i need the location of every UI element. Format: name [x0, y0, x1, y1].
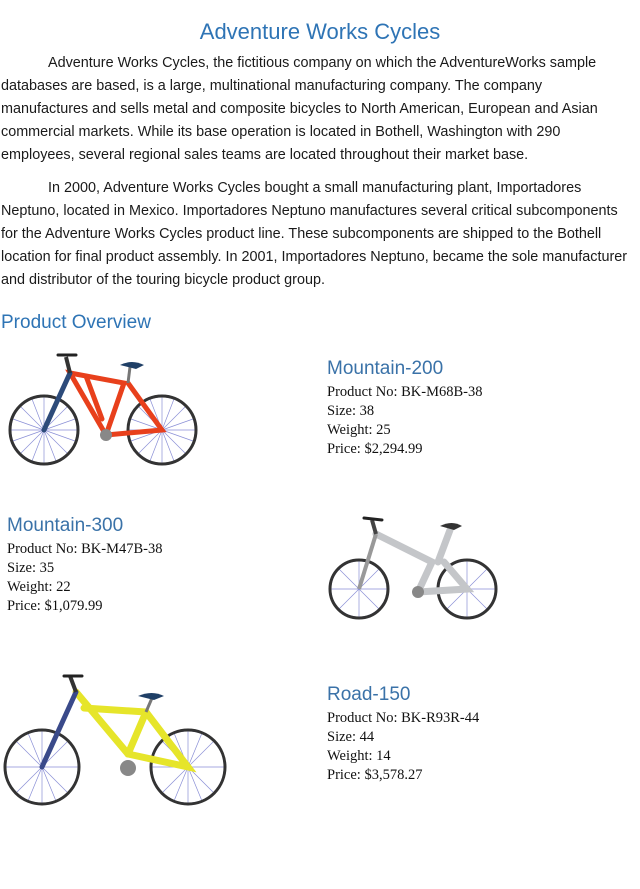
- product-name-road-150: Road-150: [327, 684, 411, 705]
- product-size: Size: 35: [7, 560, 55, 576]
- product-price: Price: $1,079.99: [7, 598, 103, 614]
- product-weight: Weight: 25: [327, 422, 391, 438]
- section-heading-product-overview: Product Overview: [1, 312, 151, 333]
- product-details-mountain-200: Product No: BK-M68B-38 Size: 38 Weight: …: [327, 383, 482, 459]
- product-weight: Weight: 22: [7, 579, 71, 595]
- product-size: Size: 38: [327, 403, 375, 419]
- product-weight: Weight: 14: [327, 748, 391, 764]
- product-price: Price: $3,578.27: [327, 767, 423, 783]
- product-details-mountain-300: Product No: BK-M47B-38 Size: 35 Weight: …: [7, 540, 162, 616]
- product-name-mountain-300: Mountain-300: [7, 515, 124, 536]
- document-title: Adventure Works Cycles: [199, 19, 441, 44]
- yellow-bike-image: [3, 674, 227, 806]
- product-size: Size: 44: [327, 729, 375, 745]
- intro-paragraph: Adventure Works Cycles, the fictitious c…: [1, 55, 598, 164]
- product-number: Product No: BK-R93R-44: [327, 710, 480, 726]
- product-number: Product No: BK-M68B-38: [327, 384, 483, 400]
- product-details-road-150: Product No: BK-R93R-44 Size: 44 Weight: …: [327, 709, 479, 785]
- product-number: Product No: BK-M47B-38: [7, 541, 163, 557]
- red-mountain-bike-image: [8, 353, 198, 466]
- clipped-heading-fragment: [0, 0, 640, 8]
- silver-mountain-bike-image: [328, 516, 498, 620]
- history-paragraph: In 2000, Adventure Works Cycles bought a…: [1, 180, 628, 289]
- product-name-mountain-200: Mountain-200: [327, 358, 444, 379]
- product-price: Price: $2,294.99: [327, 441, 423, 457]
